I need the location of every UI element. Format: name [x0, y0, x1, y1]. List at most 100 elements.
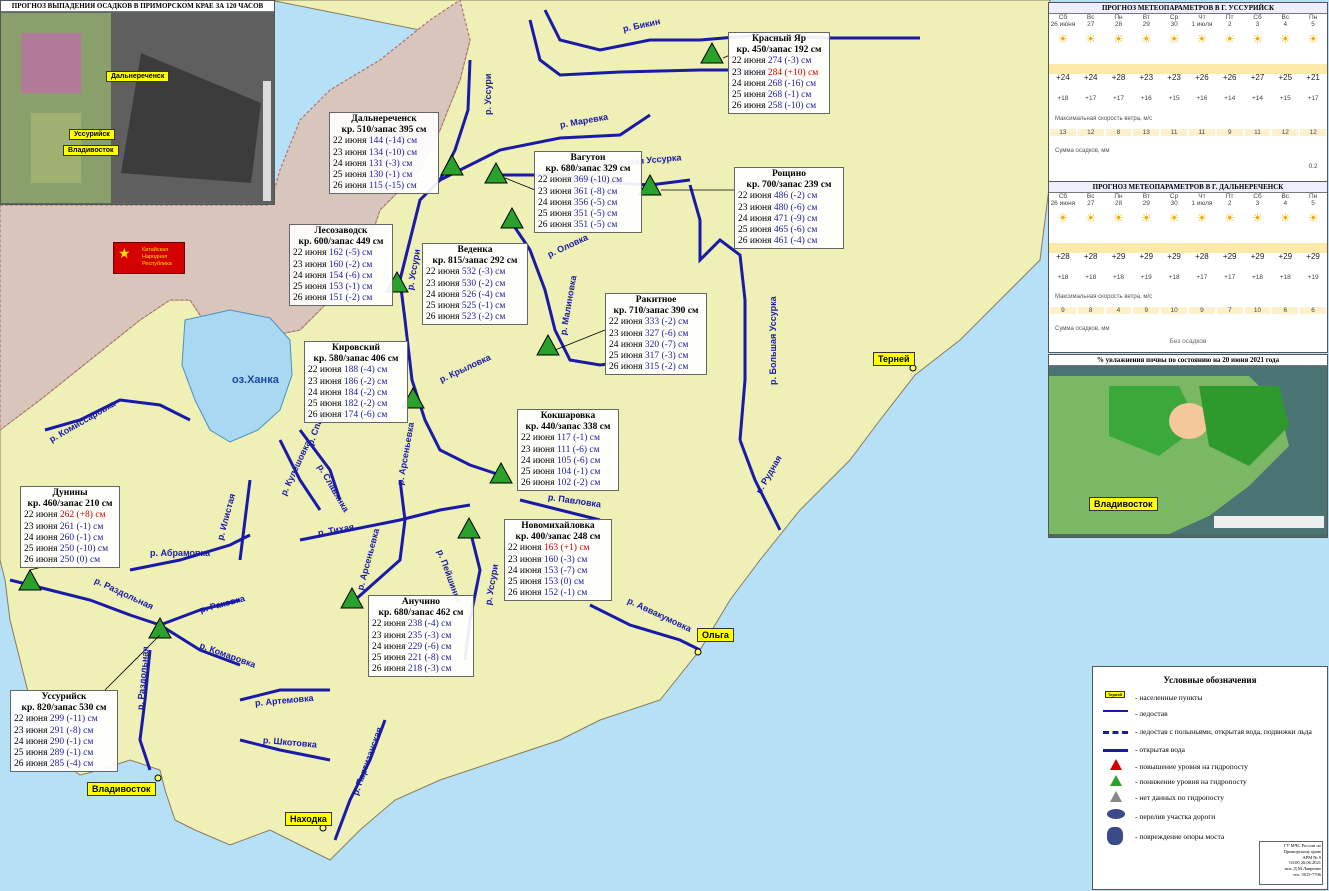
gauge-value: 258 (-10) см	[767, 101, 817, 112]
gauge-value: 117 (-1) см	[556, 433, 601, 444]
gauge-row: 25 июня 289 (-1) см	[14, 748, 114, 759]
gauge-name: Ракитное	[635, 295, 677, 305]
gauge-roshchino[interactable]: Рощино кр. 700/запас 239 см 22 июня 486 (-…	[734, 167, 844, 250]
forecast-wind-value: 8	[1105, 129, 1132, 136]
gauge-value: 235 (-3) см	[407, 630, 452, 641]
gauge-vedenka[interactable]: Веденка кр. 815/запас 292 см 22 июня 532 (…	[422, 243, 528, 326]
gauge-date: 26 июня	[738, 236, 774, 247]
gauge-rakitnoe[interactable]: Ракитное кр. 710/запас 390 см 22 июня 333 …	[605, 293, 707, 376]
gauge-row: 25 июня 153 (-1) см	[293, 282, 389, 293]
gauge-date: 22 июня	[426, 267, 462, 278]
river-label: р. Абрамовка	[150, 548, 211, 558]
gauge-value: 104 (-1) см	[556, 467, 601, 478]
forecast-date: 27	[1087, 200, 1095, 207]
gauge-value: 320 (-7) см	[644, 339, 689, 350]
gauge-row: 26 июня 315 (-2) см	[609, 362, 703, 373]
gauge-value: 151 (-2) см	[328, 293, 373, 304]
gauge-date: 26 июня	[508, 588, 544, 599]
forecast-tmax-value: +23	[1139, 73, 1154, 82]
gauge-date: 24 июня	[333, 158, 369, 169]
gauge-duniny[interactable]: Дунины кр. 460/запас 210 см 22 июня 262 (+…	[20, 486, 120, 569]
forecast-days: Сб Вс Пн Вт Ср Чт Пт Сб Вс Пн	[1049, 14, 1327, 21]
gauge-value: 361 (-8) см	[573, 186, 618, 197]
gauge-date: 22 июня	[609, 317, 645, 328]
forecast-precip-value	[1160, 163, 1188, 170]
forecast-precip-value	[1244, 163, 1272, 170]
forecast-tmin-value: +15	[1168, 95, 1180, 102]
gauge-koksharovka[interactable]: Кокшаровка кр. 440/запас 338 см 22 июня 11…	[517, 409, 619, 492]
gauge-date: 23 июня	[426, 278, 462, 289]
forecast-wind-value: 6	[1272, 307, 1299, 314]
forecast-wind-value: 6	[1300, 307, 1326, 314]
gauge-row: 22 июня 486 (-2) см	[738, 191, 840, 202]
gauge-date: 22 июня	[508, 543, 544, 554]
forecast-precip-value	[1188, 163, 1216, 170]
gauge-name: Рощино	[771, 169, 807, 179]
legend-title: Условные обозначения	[1163, 675, 1257, 685]
forecast-tmin-value: +14	[1251, 95, 1263, 102]
gauge-vaguton[interactable]: Вагутон кр. 680/запас 329 см 22 июня 369 (…	[534, 151, 642, 234]
forecast-icons: ☀ ☀ ☀ ☀ ☀ ☀ ☀ ☀ ☀ ☀	[1049, 28, 1327, 50]
gauge-value: 188 (-4) см	[343, 365, 388, 376]
forecast-tmax-value: +29	[1278, 252, 1293, 261]
gauge-date: 25 июня	[293, 282, 329, 293]
gauge-row: 22 июня 274 (-3) см	[732, 56, 826, 67]
gauge-row: 22 июня 163 (+1) см	[508, 543, 608, 554]
gauge-row: 23 июня 134 (-10) см	[333, 148, 435, 159]
sun-icon: ☀	[1085, 32, 1097, 46]
gauge-value: 290 (-1) см	[49, 736, 94, 747]
lake-label: оз.Ханка	[232, 374, 279, 386]
gauge-krasny-yar[interactable]: Красный Яр кр. 450/запас 192 см 22 июня 27…	[728, 32, 830, 115]
forecast-tmin: +18 +18 +18 +19 +18 +17 +17 +18 +18 +19	[1049, 274, 1327, 281]
gauge-threshold: кр. 680/запас 462 см	[378, 608, 464, 619]
gauge-value: 284 (+10) см	[767, 67, 819, 78]
forecast-wind-value: 9	[1133, 307, 1160, 314]
gauge-row: 22 июня 188 (-4) см	[308, 365, 404, 376]
gauge-name: Новомихайловка	[521, 521, 595, 531]
gauge-value: 250 (0) см	[59, 555, 101, 566]
town-terney: Терней	[873, 352, 915, 366]
gauge-date: 25 июня	[609, 351, 645, 362]
forecast-ussuriysk-title: ПРОГНОЗ МЕТЕОПАРАМЕТРОВ В Г. УССУРИЙСК	[1049, 3, 1327, 14]
gauge-date: 24 июня	[508, 565, 544, 576]
forecast-date: 1 июля	[1191, 200, 1213, 207]
gauge-ussuriysk[interactable]: Уссурийск кр. 820/запас 530 см 22 июня 299…	[10, 690, 118, 773]
forecast-wind-value: 12	[1077, 129, 1104, 136]
gauge-row: 26 июня 174 (-6) см	[308, 410, 404, 421]
gauge-name: Уссурийск	[41, 692, 87, 702]
forecast-wind: 13 12 8 13 11 11 9 11 12 12	[1049, 128, 1327, 137]
gauge-date: 22 июня	[24, 510, 60, 521]
forecast-wind-value: 10	[1244, 307, 1271, 314]
gauge-date: 23 июня	[609, 328, 645, 339]
forecast-date: 30	[1170, 21, 1178, 28]
gauge-value: 184 (-2) см	[343, 387, 388, 398]
gauge-row: 24 июня 356 (-5) см	[538, 198, 638, 209]
forecast-tmin-value: +19	[1140, 274, 1152, 281]
gauge-date: 22 июня	[333, 136, 369, 147]
forecast-day: Пт	[1225, 14, 1234, 21]
forecast-wind-value: 7	[1216, 307, 1243, 314]
forecast-wind-value: 12	[1272, 129, 1299, 136]
gauge-row: 26 июня 258 (-10) см	[732, 101, 826, 112]
gauge-value: 152 (-1) см	[543, 588, 588, 599]
gauge-row: 26 июня 115 (-15) см	[333, 181, 435, 192]
forecast-tmax-value: +26	[1222, 73, 1237, 82]
forecast-wind-value: 12	[1300, 129, 1326, 136]
gauge-date: 24 июня	[426, 289, 462, 300]
sun-icon: ☀	[1196, 211, 1208, 225]
forecast-day: Пн	[1114, 193, 1123, 200]
gauge-anuchino[interactable]: Анучино кр. 680/запас 462 см 22 июня 238 (…	[368, 595, 474, 678]
gauge-lesozavodsk[interactable]: Лесозаводск кр. 600/запас 449 см 22 июня 1…	[289, 224, 393, 307]
legend-town-sample: Терней	[1105, 691, 1126, 698]
gauge-date: 23 июня	[333, 147, 369, 158]
gauge-row: 24 июня 268 (-16) см	[732, 79, 826, 90]
gauge-row: 24 июня 260 (-1) см	[24, 533, 116, 544]
forecast-dalnerechensk: ПРОГНОЗ МЕТЕОПАРАМЕТРОВ В Г. ДАЛЬНЕРЕЧЕН…	[1048, 181, 1328, 353]
gauge-value: 530 (-2) см	[461, 278, 506, 289]
gauge-dalnerechensk[interactable]: Дальнереченск кр. 510/запас 395 см 22 июня…	[329, 112, 439, 195]
gauge-kirovsky[interactable]: Кировский кр. 580/запас 406 см 22 июня 188…	[304, 341, 408, 424]
gauge-date: 26 июня	[24, 555, 60, 566]
forecast-day: Вс	[1281, 14, 1290, 21]
road-overflow-icon	[1107, 809, 1125, 819]
gauge-novomikhaylovka[interactable]: Новомихайловка кр. 400/запас 248 см 22 июн…	[504, 519, 612, 602]
